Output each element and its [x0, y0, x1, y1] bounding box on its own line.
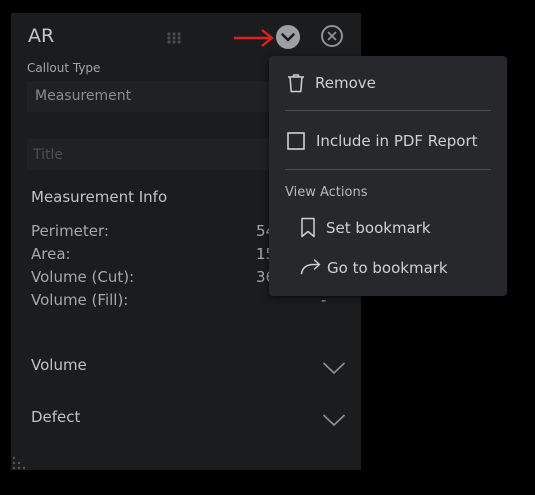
menu-divider [285, 110, 491, 111]
metric-label: Volume (Cut): [31, 268, 135, 286]
metric-label: Area: [31, 245, 71, 263]
metric-label: Volume (Fill): [31, 291, 129, 309]
defect-section-toggle[interactable]: Defect [31, 407, 346, 433]
resize-grip-icon[interactable] [12, 456, 26, 470]
go-to-bookmark-label: Go to bookmark [327, 259, 448, 277]
include-pdf-label: Include in PDF Report [316, 132, 478, 150]
drag-handle-icon[interactable] [167, 32, 183, 44]
set-bookmark-label: Set bookmark [326, 219, 431, 237]
remove-menu-item[interactable]: Remove [287, 73, 487, 93]
menu-toggle-button[interactable] [276, 25, 300, 49]
chevron-down-icon [322, 414, 346, 427]
close-button[interactable] [321, 25, 343, 47]
red-arrow-icon [234, 29, 274, 47]
bookmark-icon [301, 217, 315, 238]
defect-section-label: Defect [31, 408, 81, 426]
chevron-down-icon [281, 33, 295, 42]
menu-divider [285, 169, 491, 170]
set-bookmark-menu-item[interactable]: Set bookmark [300, 217, 480, 239]
chevron-down-icon [322, 362, 346, 375]
checkbox-icon[interactable] [287, 132, 305, 150]
volume-section-label: Volume [31, 356, 87, 374]
view-actions-heading: View Actions [285, 185, 368, 200]
trash-icon [288, 74, 304, 93]
go-to-bookmark-menu-item[interactable]: Go to bookmark [300, 258, 490, 278]
metric-label: Perimeter: [31, 222, 109, 240]
remove-label: Remove [315, 74, 376, 92]
callout-type-label: Callout Type [27, 61, 101, 75]
options-menu: Remove Include in PDF Report View Action… [269, 56, 507, 296]
panel-title: AR [28, 25, 55, 47]
include-pdf-menu-item[interactable]: Include in PDF Report [287, 132, 497, 152]
share-arrow-icon [300, 259, 321, 275]
measurement-info-heading: Measurement Info [31, 188, 168, 206]
volume-section-toggle[interactable]: Volume [31, 355, 346, 381]
close-icon [327, 31, 337, 41]
